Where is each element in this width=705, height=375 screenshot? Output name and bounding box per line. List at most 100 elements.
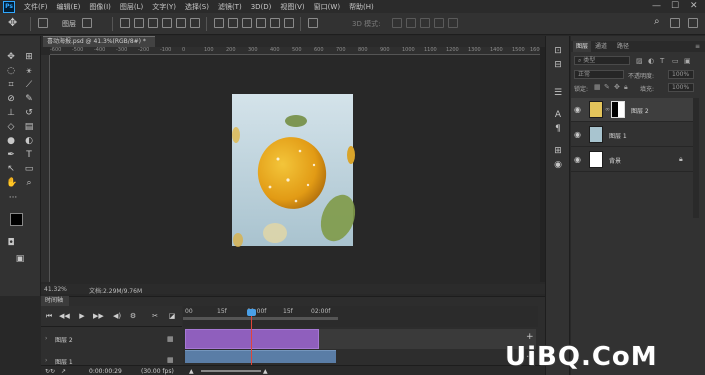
3d-pan-icon[interactable] [420,18,430,28]
3d-roll-icon[interactable] [406,18,416,28]
hand-tool-icon[interactable]: ✋ [6,178,17,188]
more-tools-icon[interactable]: ··· [8,193,18,203]
filter-smart-icon[interactable]: ▣ [684,57,691,65]
menu-file[interactable]: 文件(F) [24,2,48,12]
clip-layer-1[interactable] [185,350,336,363]
zoom-out-icon[interactable]: ▲ [189,368,194,375]
paragraph-icon[interactable]: ¶ [553,124,563,134]
rectangle-tool-icon[interactable]: ▭ [24,164,34,174]
lock-pixels-icon[interactable]: ✎ [604,83,610,91]
lock-transparency-icon[interactable]: ▦ [594,83,601,91]
align-center-icon[interactable] [134,18,144,28]
path-select-icon[interactable]: ↖ [6,164,16,174]
zoom-in-icon[interactable]: ▲ [263,368,268,375]
visibility-eye-icon[interactable]: ◉ [574,155,581,164]
menu-type[interactable]: 文字(Y) [152,2,176,12]
filter-adjust-icon[interactable]: ◐ [648,57,654,65]
previous-frame-icon[interactable]: ◀◀ [59,311,70,321]
settings-gear-icon[interactable]: ⚙ [128,311,138,321]
render-icon[interactable]: ↗ [61,368,66,375]
pen-tool-icon[interactable]: ✒ [6,150,16,160]
blend-mode-dropdown[interactable]: 正常 [574,70,624,79]
filter-type-icon[interactable]: T [660,57,664,65]
expand-chevron-icon[interactable]: › [45,335,47,342]
work-area-bar[interactable] [183,317,338,320]
libraries-icon[interactable]: ⊞ [553,146,563,156]
type-tool-icon[interactable]: T [24,150,34,160]
play-icon[interactable]: ▶ [77,311,87,321]
maximize-button[interactable]: ☐ [671,1,679,11]
document-info[interactable]: 文档:2.29M/9.76M [89,286,142,295]
search-icon[interactable]: ⌕ [654,16,660,27]
eraser-tool-icon[interactable]: ◇ [6,122,16,132]
menu-3d[interactable]: 3D(D) [251,3,272,11]
3d-slide-icon[interactable] [434,18,444,28]
dodge-tool-icon[interactable]: ◐ [24,136,34,146]
history-brush-icon[interactable]: ↺ [24,108,34,118]
visibility-eye-icon[interactable]: ◉ [574,105,581,114]
distribute-left-icon[interactable] [256,18,266,28]
align-left-icon[interactable] [120,18,130,28]
timeline-ruler[interactable]: 00 15f 01:00f 15f 02:00f [183,306,538,327]
brush-tool-icon[interactable]: ✎ [24,94,34,104]
film-strip-icon[interactable]: ▦ [167,356,174,364]
menu-help[interactable]: 帮助(H) [349,2,374,12]
menu-window[interactable]: 窗口(W) [314,2,340,12]
distribute-top-icon[interactable] [214,18,224,28]
layer-mask-thumbnail[interactable] [611,101,625,118]
layer-row-layer-2[interactable]: ◉ ∞ 图层 2 [571,98,693,122]
auto-select-checkbox[interactable] [38,18,48,28]
tab-paths[interactable]: 路径 [617,41,629,52]
menu-image[interactable]: 图像(I) [89,2,111,12]
menu-view[interactable]: 视图(V) [280,2,304,12]
document-tab[interactable]: 喜动海报.psd @ 41.3%(RGB/8#) * [43,36,155,47]
clip-layer-2[interactable] [185,329,319,349]
layer-row-layer-1[interactable]: ◉ 图层 1 [571,123,693,147]
distribute-center-icon[interactable] [228,18,238,28]
layers-scrollbar[interactable] [693,98,699,218]
tab-channels[interactable]: 通道 [595,41,607,52]
auto-align-icon[interactable] [308,18,318,28]
eyedropper-tool-icon[interactable]: ⟋ [24,80,34,90]
close-button[interactable]: ✕ [690,1,698,11]
blur-tool-icon[interactable]: ● [6,136,16,146]
expand-chevron-icon[interactable]: › [45,357,47,364]
timeline-tab[interactable]: 时间轴 [41,296,69,306]
layer-name[interactable]: 图层 2 [631,106,649,115]
healing-brush-icon[interactable]: ⊘ [6,94,16,104]
quick-mask-icon[interactable]: ◘ [6,238,16,248]
layer-filter-dropdown[interactable]: ⌕ 类型 [574,56,630,65]
move-tool-icon[interactable]: ✥ [6,52,16,62]
lock-all-icon[interactable]: 🔒︎ [624,83,628,92]
screen-mode-icon[interactable]: ▣ [15,254,25,264]
distribute-right-icon[interactable] [284,18,294,28]
zoom-slider[interactable] [201,370,261,372]
next-frame-icon[interactable]: ▶▶ [93,311,104,321]
split-scissors-icon[interactable]: ✂ [150,311,160,321]
align-bottom-icon[interactable] [190,18,200,28]
magic-wand-tool-icon[interactable]: ⚹ [24,66,34,76]
align-top-icon[interactable] [162,18,172,28]
align-middle-icon[interactable] [176,18,186,28]
foreground-color-swatch[interactable] [10,213,23,226]
menu-filter[interactable]: 滤镜(T) [218,2,242,12]
auto-select-dropdown[interactable]: 图层 [62,19,76,29]
3d-scale-icon[interactable] [448,18,458,28]
film-strip-icon[interactable]: ▦ [167,335,174,343]
zoom-tool-icon[interactable]: ⌕ [24,178,34,188]
character-icon[interactable]: A [553,110,563,120]
filter-shape-icon[interactable]: ▭ [672,57,679,65]
filter-pixel-icon[interactable]: ▨ [636,57,643,65]
loop-icon[interactable]: ↻↻ [45,368,55,375]
add-media-icon[interactable]: + [526,332,534,342]
align-right-icon[interactable] [148,18,158,28]
distribute-bottom-icon[interactable] [242,18,252,28]
transition-icon[interactable]: ◪ [167,311,177,321]
move-tool-icon[interactable]: ✥ [8,16,17,29]
layer-row-background[interactable]: ◉ 背景 🔒︎ [571,148,693,172]
artboard-tool-icon[interactable]: ⊞ [24,52,34,62]
swatches-icon[interactable]: ◉ [553,160,563,170]
lock-position-icon[interactable]: ✥ [614,83,620,91]
layer-name[interactable]: 背景 [609,156,621,165]
gradient-tool-icon[interactable]: ▤ [24,122,34,132]
